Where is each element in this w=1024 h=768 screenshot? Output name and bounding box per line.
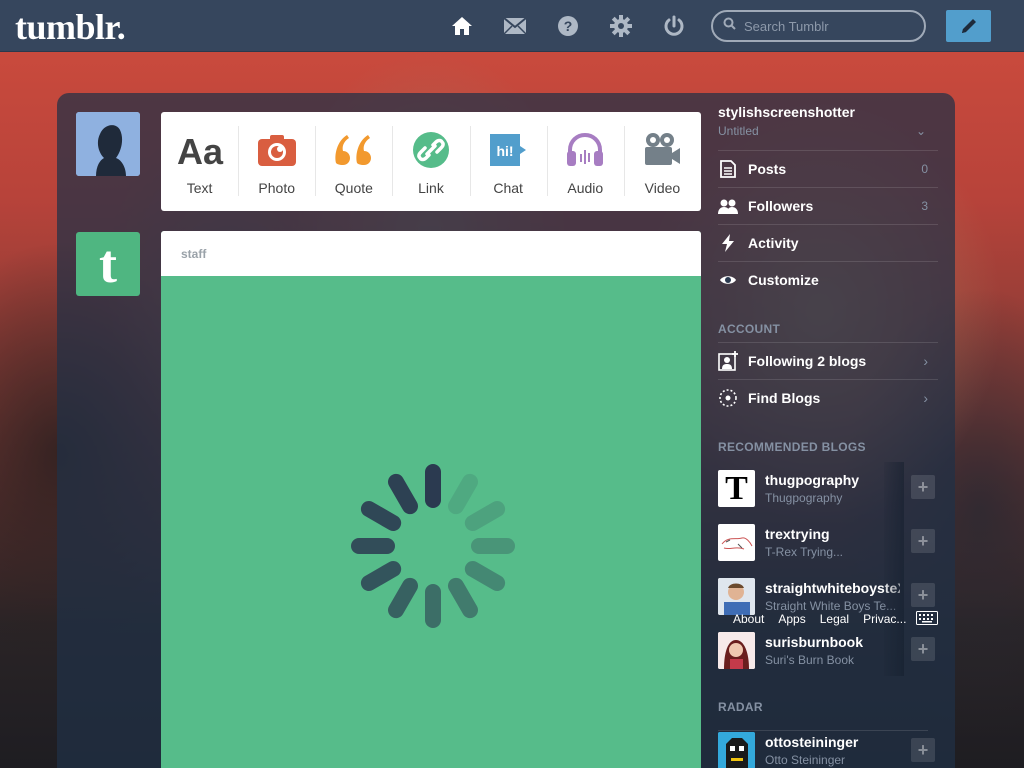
chevron-right-icon: › xyxy=(923,353,928,369)
user-avatar[interactable] xyxy=(76,112,140,176)
post-type-chat[interactable]: hi! Chat xyxy=(469,112,547,211)
sidebar-blog-header[interactable]: stylishscreenshotter Untitled xyxy=(718,104,938,138)
blog-avatar[interactable] xyxy=(718,523,755,561)
recommended-section-title: RECOMMENDED BLOGS xyxy=(718,440,866,454)
camera-icon xyxy=(257,130,297,170)
sidebar-item-activity[interactable]: Activity xyxy=(718,224,938,261)
staff-post: staff xyxy=(161,231,701,768)
svg-text:t: t xyxy=(99,238,117,290)
follow-button[interactable]: + xyxy=(911,637,935,661)
eye-icon xyxy=(718,270,738,290)
blog-chevron-down-icon[interactable]: ⌄ xyxy=(916,124,926,138)
radar-blog-item[interactable]: ottosteininger Otto Steininger + xyxy=(718,730,935,768)
sidebar-item-followers[interactable]: Followers 3 xyxy=(718,187,938,224)
spinner-segment xyxy=(351,538,395,554)
spinner-segment xyxy=(464,561,506,591)
account-section-title: ACCOUNT xyxy=(718,322,781,336)
spinner-segment xyxy=(360,501,402,531)
lightning-icon xyxy=(718,233,738,253)
blog-avatar[interactable]: T xyxy=(718,469,755,507)
post-type-bar: Aa Text Photo Quote Link hi! Chat Audio xyxy=(161,112,701,211)
footer-link-apps[interactable]: Apps xyxy=(778,612,805,626)
help-icon[interactable]: ? xyxy=(556,14,580,38)
chevron-right-icon: › xyxy=(923,390,928,406)
svg-text:?: ? xyxy=(564,18,573,34)
blog-name[interactable]: stylishscreenshotter xyxy=(718,104,938,120)
posts-count: 0 xyxy=(921,162,928,176)
footer-link-about[interactable]: About xyxy=(733,612,764,626)
loading-spinner-icon xyxy=(351,464,515,628)
quote-icon xyxy=(333,130,375,170)
post-type-photo[interactable]: Photo xyxy=(238,112,315,211)
post-type-link[interactable]: Link xyxy=(392,112,469,211)
add-person-icon xyxy=(718,351,738,371)
blog-avatar[interactable] xyxy=(718,732,755,768)
radar-section-title: RADAR xyxy=(718,700,763,714)
search-box[interactable] xyxy=(711,10,926,42)
footer-links: About Apps Legal Privac... xyxy=(733,612,906,626)
spinner-segment xyxy=(425,464,441,508)
spinner-segment xyxy=(471,538,515,554)
footer-link-privacy[interactable]: Privac... xyxy=(863,612,906,626)
post-type-text[interactable]: Aa Text xyxy=(161,112,238,211)
post-type-quote[interactable]: Quote xyxy=(315,112,392,211)
headphones-icon xyxy=(565,130,605,170)
followers-count: 3 xyxy=(921,199,928,213)
chat-icon: hi! xyxy=(488,130,528,170)
post-author[interactable]: staff xyxy=(161,231,701,276)
follow-button[interactable]: + xyxy=(911,529,935,553)
compose-button[interactable] xyxy=(946,10,991,42)
video-camera-icon xyxy=(642,130,682,170)
spinner-segment xyxy=(388,577,418,619)
spinner-segment xyxy=(448,473,478,515)
link-icon xyxy=(412,130,450,170)
post-type-audio[interactable]: Audio xyxy=(546,112,624,211)
home-icon[interactable] xyxy=(450,14,474,38)
top-navbar: tumblr. ? xyxy=(0,0,1024,52)
sidebar-item-find-blogs[interactable]: Find Blogs › xyxy=(718,379,938,416)
spinner-segment xyxy=(448,577,478,619)
search-icon xyxy=(723,17,736,35)
tumblr-logo[interactable]: tumblr. xyxy=(15,6,126,48)
text-icon: Aa xyxy=(176,130,224,170)
sidebar-item-following[interactable]: Following 2 blogs › xyxy=(718,342,938,379)
footer-link-legal[interactable]: Legal xyxy=(820,612,849,626)
search-input[interactable] xyxy=(744,18,914,34)
nav-icons: ? xyxy=(450,14,686,38)
staff-avatar[interactable]: t xyxy=(76,232,140,296)
keyboard-icon[interactable] xyxy=(916,611,938,630)
post-type-video[interactable]: Video xyxy=(623,112,701,211)
blog-avatar[interactable] xyxy=(718,577,755,615)
pencil-icon xyxy=(961,19,976,33)
followers-icon xyxy=(718,196,738,216)
sidebar-item-posts[interactable]: Posts 0 xyxy=(718,150,938,187)
follow-button[interactable]: + xyxy=(911,583,935,607)
spinner-segment xyxy=(425,584,441,628)
svg-text:hi!: hi! xyxy=(497,143,514,159)
spinner-segment xyxy=(464,501,506,531)
posts-icon xyxy=(718,159,738,179)
spinner-segment xyxy=(360,561,402,591)
follow-button[interactable]: + xyxy=(911,475,935,499)
gear-icon[interactable] xyxy=(609,14,633,38)
mail-icon[interactable] xyxy=(503,14,527,38)
recommended-scrollbar[interactable] xyxy=(884,462,904,676)
compass-icon xyxy=(718,388,738,408)
svg-text:Aa: Aa xyxy=(177,131,224,170)
blog-title: Untitled xyxy=(718,124,759,138)
power-icon[interactable] xyxy=(662,14,686,38)
follow-button[interactable]: + xyxy=(911,738,935,762)
spinner-segment xyxy=(388,473,418,515)
sidebar-item-customize[interactable]: Customize xyxy=(718,261,938,298)
blog-avatar[interactable] xyxy=(718,631,755,669)
